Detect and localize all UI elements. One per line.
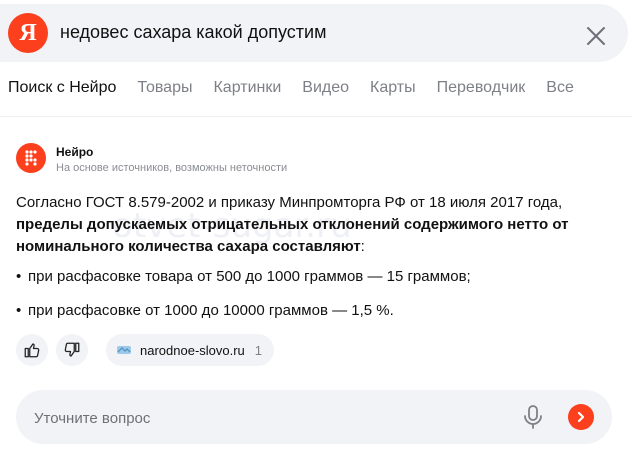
answer-actions: narodnoe-slovo.ru 1: [16, 334, 275, 366]
microphone-icon[interactable]: [521, 404, 545, 430]
neuro-logo-icon: [16, 143, 46, 173]
followup-input[interactable]: [32, 405, 496, 431]
search-bar[interactable]: Я недовес сахара какой допустим: [0, 4, 628, 62]
thumbs-up-icon: [24, 343, 40, 358]
source-count: 1: [254, 342, 263, 358]
answer-list: при расфасовке товара от 500 до 1000 гра…: [16, 266, 616, 334]
search-query[interactable]: недовес сахара какой допустим: [60, 22, 326, 43]
tab-video[interactable]: Видео: [302, 78, 349, 98]
chevron-right-icon: [577, 411, 585, 423]
neuro-disclaimer: На основе источников, возможны неточност…: [56, 162, 288, 174]
send-button[interactable]: [568, 404, 594, 430]
thumbs-down-icon: [64, 342, 80, 357]
followup-bar: [16, 390, 612, 444]
answer-colon: :: [360, 238, 365, 255]
answer-intro: Согласно ГОСТ 8.579-2002 и приказу Минпр…: [16, 194, 563, 211]
search-tabs: Поиск с Нейро Товары Картинки Видео Карт…: [8, 78, 595, 98]
answer-text: Согласно ГОСТ 8.579-2002 и приказу Минпр…: [16, 192, 616, 258]
dislike-button[interactable]: [56, 334, 88, 366]
list-item: при расфасовке от 1000 до 10000 граммов …: [16, 300, 616, 322]
divider: [0, 116, 632, 117]
close-icon[interactable]: [584, 24, 608, 48]
answer-bold: пределы допускаемых отрицательных отклон…: [16, 216, 569, 255]
tab-maps[interactable]: Карты: [370, 78, 416, 98]
tab-all[interactable]: Все: [546, 78, 574, 98]
site-favicon-icon: [117, 346, 131, 354]
tab-neuro[interactable]: Поиск с Нейро: [8, 78, 116, 98]
source-site: narodnoe-slovo.ru: [140, 342, 245, 358]
tab-images[interactable]: Картинки: [213, 78, 281, 98]
like-button[interactable]: [16, 334, 48, 366]
tab-goods[interactable]: Товары: [137, 78, 192, 98]
yandex-logo[interactable]: Я: [8, 13, 48, 53]
source-chip[interactable]: narodnoe-slovo.ru 1: [106, 334, 275, 366]
list-item: при расфасовке товара от 500 до 1000 гра…: [16, 266, 616, 288]
tab-translator[interactable]: Переводчик: [437, 78, 526, 98]
neuro-title: Нейро: [56, 145, 94, 159]
